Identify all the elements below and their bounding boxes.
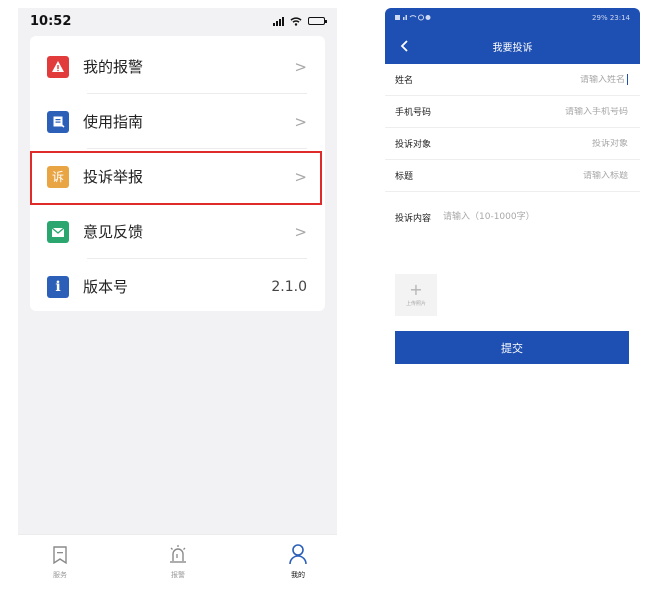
battery-icon bbox=[308, 17, 327, 25]
chevron-right-icon: > bbox=[294, 57, 307, 76]
menu-label: 使用指南 bbox=[83, 113, 144, 131]
menu-item-my-alarms[interactable]: 我的报警 > bbox=[30, 39, 325, 94]
chevron-right-icon: > bbox=[294, 222, 307, 241]
tab-alarm[interactable]: 报警 bbox=[148, 541, 208, 580]
form-label: 手机号码 bbox=[395, 108, 432, 118]
tab-label: 服务 bbox=[53, 571, 67, 579]
form-row-content: 投诉内容 bbox=[385, 208, 640, 232]
menu-label: 意见反馈 bbox=[83, 223, 144, 241]
cellular-signal-icon bbox=[273, 16, 284, 26]
form-row-target: 投诉对象 bbox=[385, 128, 640, 160]
menu-label: 版本号 bbox=[83, 278, 129, 296]
phone-screen-complaint-form: 29% 23:14 我要投诉 姓名 手机号码 投诉对象 标题 投诉内容 + 上传… bbox=[385, 8, 640, 590]
tab-mine[interactable]: 我的 bbox=[268, 541, 328, 580]
alarm-triangle-icon bbox=[47, 55, 69, 78]
form-label: 标题 bbox=[395, 172, 414, 182]
header: 29% 23:14 我要投诉 bbox=[385, 8, 640, 64]
form-row-name: 姓名 bbox=[385, 64, 640, 96]
tab-label: 报警 bbox=[171, 571, 185, 579]
menu-label: 我的报警 bbox=[83, 58, 144, 76]
submit-button[interactable]: 提交 bbox=[395, 331, 629, 364]
tab-services[interactable]: 服务 bbox=[30, 541, 90, 580]
title-input[interactable] bbox=[488, 170, 628, 181]
status-right-text: 29% 23:14 bbox=[592, 14, 630, 22]
guide-book-icon bbox=[47, 110, 69, 133]
menu-item-feedback[interactable]: 意见反馈 > bbox=[30, 204, 325, 259]
phone-input[interactable] bbox=[488, 106, 628, 117]
menu-item-user-guide[interactable]: 使用指南 > bbox=[30, 94, 325, 149]
sim-signal-wifi-alarm-icons bbox=[395, 14, 431, 20]
upload-photo-button[interactable]: + 上传照片 bbox=[395, 274, 437, 316]
upload-label: 上传照片 bbox=[405, 301, 426, 307]
complaint-content-textarea[interactable] bbox=[443, 209, 623, 225]
status-bar: 10:52 bbox=[18, 8, 337, 34]
chevron-right-icon: > bbox=[294, 112, 307, 131]
form-label: 投诉内容 bbox=[395, 214, 432, 224]
chevron-left-icon bbox=[400, 40, 408, 52]
status-bar: 29% 23:14 bbox=[385, 8, 640, 28]
user-icon bbox=[289, 544, 307, 565]
version-number: 2.1.0 bbox=[271, 278, 307, 295]
back-button[interactable] bbox=[395, 35, 413, 57]
siren-icon bbox=[170, 545, 186, 563]
form-label: 姓名 bbox=[395, 76, 414, 86]
wifi-icon bbox=[290, 16, 302, 26]
bottom-tab-bar: 服务 报警 我的 bbox=[18, 534, 337, 590]
complaint-target-input[interactable] bbox=[488, 138, 628, 149]
tab-label: 我的 bbox=[291, 571, 305, 579]
bookmark-icon bbox=[53, 546, 67, 565]
highlight-annotation bbox=[30, 151, 322, 205]
status-time: 10:52 bbox=[30, 13, 72, 29]
info-icon: i bbox=[47, 275, 69, 298]
page-title: 我要投诉 bbox=[492, 42, 533, 54]
text-cursor bbox=[627, 74, 628, 85]
status-icons bbox=[395, 14, 435, 23]
form-row-title: 标题 bbox=[385, 160, 640, 192]
plus-icon: + bbox=[409, 280, 423, 299]
nav-bar: 我要投诉 bbox=[385, 32, 640, 60]
phone-screen-my-page: 10:52 我的报警 > 使用指南 > 诉 投诉举报 > 意见反馈 > i 版本… bbox=[18, 8, 337, 590]
form-label: 投诉对象 bbox=[395, 140, 432, 150]
name-input[interactable] bbox=[485, 74, 625, 85]
form-row-phone: 手机号码 bbox=[385, 96, 640, 128]
menu-item-version: i 版本号 2.1.0 bbox=[30, 259, 325, 314]
feedback-mail-icon bbox=[47, 220, 69, 243]
